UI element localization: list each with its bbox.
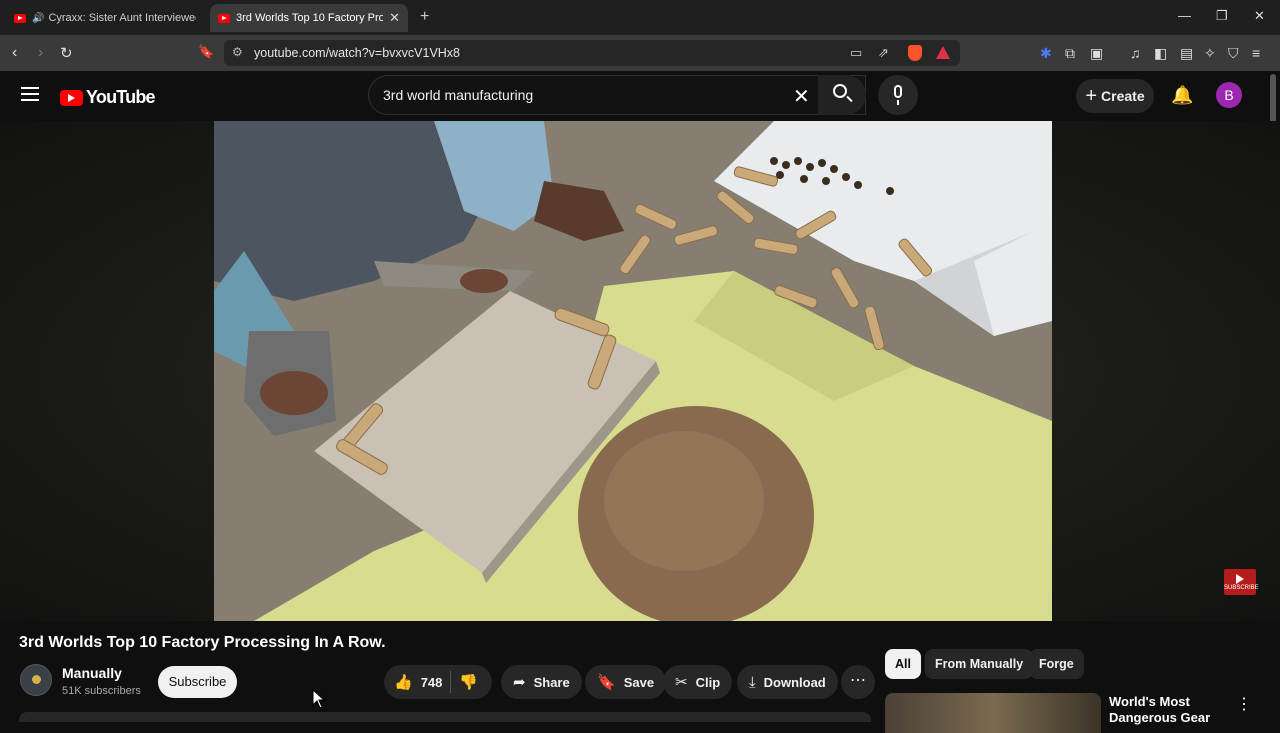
hamburger-menu-icon[interactable] [21, 87, 39, 105]
new-tab-button[interactable]: + [420, 8, 429, 26]
window-close-button[interactable]: ✕ [1254, 8, 1265, 24]
scissors-icon: ✂ [675, 674, 688, 691]
account-avatar[interactable]: B [1216, 82, 1242, 108]
clip-label: Clip [695, 674, 721, 690]
logo-text: YouTube [86, 87, 156, 107]
subscribe-button[interactable]: Subscribe [158, 666, 237, 698]
reader-icon[interactable]: ▣ [1090, 45, 1103, 62]
forward-icon[interactable]: › [38, 44, 43, 62]
mouse-cursor-icon [312, 689, 326, 709]
chip-forge[interactable]: Forge [1029, 649, 1084, 679]
save-button[interactable]: 🔖 Save [585, 665, 667, 699]
tab-title: 3rd Worlds Top 10 Factory Proce [236, 12, 384, 24]
vpn-icon[interactable]: ⛉ [1228, 45, 1239, 62]
url-text[interactable]: youtube.com/watch?v=bvxvcV1VHx8 [254, 46, 460, 60]
youtube-play-icon [60, 89, 83, 106]
subscribe-watermark-icon[interactable]: SUBSCRIBE [1224, 569, 1259, 595]
like-count: 748 [420, 674, 443, 690]
restore-button[interactable]: ❐ [1216, 8, 1228, 24]
channel-name[interactable]: Manually [62, 665, 122, 681]
search-button[interactable] [818, 75, 866, 115]
browser-menu-icon[interactable]: ≡ [1252, 45, 1260, 61]
sidebar-icon[interactable]: ◧ [1154, 45, 1167, 62]
plus-icon: + [1085, 84, 1098, 107]
recommended-thumbnail[interactable] [885, 693, 1101, 733]
like-button[interactable]: 👍 748 [384, 673, 450, 691]
tab-active-video[interactable]: 3rd Worlds Top 10 Factory Proce ✕ [210, 4, 408, 32]
minimize-button[interactable]: — [1178, 8, 1191, 23]
video-player[interactable] [214, 121, 1052, 621]
extensions-puzzle-icon[interactable]: ⧉ [1065, 45, 1075, 62]
save-bookmark-icon: 🔖 [597, 674, 616, 691]
youtube-masthead: YouTube 3rd world manufacturing ✕ + Crea… [0, 71, 1280, 121]
youtube-favicon-icon [218, 13, 230, 23]
download-label: Download [763, 674, 826, 690]
recommended-menu-icon[interactable]: ⋮ [1236, 694, 1252, 714]
extension-icon[interactable]: ✱ [1040, 45, 1052, 62]
channel-avatar[interactable] [20, 664, 52, 696]
thumbs-up-icon: 👍 [394, 674, 413, 691]
media-icon[interactable]: ♫ [1130, 45, 1141, 61]
speaker-icon[interactable]: 🔊 [32, 13, 44, 24]
reload-icon[interactable]: ↻ [60, 44, 73, 62]
description-panel[interactable] [19, 712, 871, 722]
wallet-icon[interactable]: ▤ [1180, 45, 1193, 62]
clear-search-icon[interactable]: ✕ [793, 84, 810, 109]
share-button[interactable]: ➦ Share [501, 665, 582, 699]
back-icon[interactable]: ‹ [12, 44, 17, 62]
browser-tab-strip: 🔊 Cyraxx: Sister Aunt Interviewed b 3rd … [0, 0, 1280, 35]
recommended-title[interactable]: World's Most Dangerous Gear [1109, 694, 1229, 726]
brave-rewards-icon[interactable] [936, 46, 950, 59]
video-title: 3rd Worlds Top 10 Factory Processing In … [19, 634, 386, 651]
voice-search-button[interactable] [878, 75, 918, 115]
leo-ai-icon[interactable]: ✧ [1204, 45, 1216, 62]
tab-close-icon[interactable]: ✕ [389, 10, 400, 26]
tab-cyraxx[interactable]: 🔊 Cyraxx: Sister Aunt Interviewed b [6, 4, 204, 32]
url-bar[interactable]: ⚙ youtube.com/watch?v=bvxvcV1VHx8 ▭ ⇗ [224, 40, 960, 66]
microphone-stand [897, 100, 899, 105]
youtube-favicon-icon [14, 13, 26, 23]
create-button[interactable]: + Create [1076, 79, 1154, 113]
video-frame [214, 121, 1052, 621]
create-label: Create [1101, 88, 1145, 104]
address-toolbar: ‹ › ↻ 🔖 ⚙ youtube.com/watch?v=bvxvcV1VHx… [0, 35, 1280, 71]
clip-button[interactable]: ✂ Clip [663, 665, 733, 699]
subscriber-count: 51K subscribers [62, 685, 141, 697]
share-label: Share [533, 674, 570, 690]
more-actions-icon[interactable]: ⋯ [841, 665, 875, 699]
thumbs-down-icon[interactable]: 👎 [451, 673, 478, 691]
chip-all[interactable]: All [885, 649, 921, 679]
chip-from-manually[interactable]: From Manually [925, 649, 1034, 679]
brave-shields-icon[interactable] [908, 45, 922, 61]
bookmark-icon[interactable]: 🔖 [198, 44, 214, 60]
search-query[interactable]: 3rd world manufacturing [383, 87, 533, 103]
notifications-bell-icon[interactable]: 🔔 [1171, 85, 1193, 106]
search-icon [833, 84, 847, 98]
tab-title: Cyraxx: Sister Aunt Interviewed b [48, 12, 196, 24]
save-label: Save [623, 674, 655, 690]
share-icon: ➦ [513, 674, 526, 691]
site-settings-icon[interactable]: ⚙ [232, 45, 243, 59]
download-icon: ⤓ [749, 673, 756, 691]
like-dislike-group: 👍 748 👎 [384, 665, 492, 699]
youtube-logo[interactable]: YouTube [60, 87, 156, 108]
download-button[interactable]: ⤓ Download [737, 665, 838, 699]
search-input[interactable]: 3rd world manufacturing ✕ [368, 75, 866, 115]
share-page-icon[interactable]: ⇗ [878, 45, 889, 61]
cast-icon[interactable]: ▭ [850, 45, 862, 61]
microphone-icon [894, 85, 902, 98]
